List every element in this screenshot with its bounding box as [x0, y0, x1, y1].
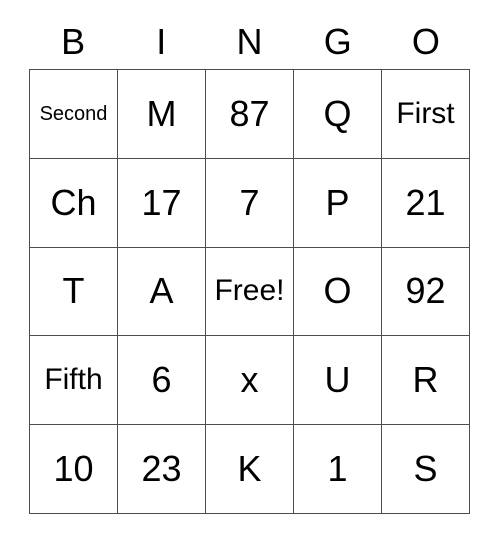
bingo-cell-i3[interactable]: A [118, 247, 206, 337]
bingo-cell-n5[interactable]: K [206, 425, 294, 514]
bingo-cell-o1[interactable]: First [382, 70, 470, 159]
bingo-grid: Second M 87 Q First Ch 17 7 P 21 T A Fre… [29, 69, 470, 514]
bingo-row-2: Ch 17 7 P 21 [30, 158, 470, 248]
bingo-cell-b1[interactable]: Second [30, 70, 118, 159]
bingo-cell-o5[interactable]: S [382, 425, 470, 514]
bingo-header-letter-n: N [236, 20, 263, 62]
bingo-cell-o3[interactable]: 92 [382, 247, 470, 337]
bingo-cell-o4[interactable]: R [382, 336, 470, 426]
bingo-header-letter-i: I [156, 20, 167, 62]
bingo-card: B I N G O Second M 87 Q First Ch 17 7 P … [29, 14, 470, 514]
bingo-cell-i4[interactable]: 6 [118, 336, 206, 426]
bingo-header-row: B I N G O [29, 14, 470, 69]
bingo-cell-n1[interactable]: 87 [206, 70, 294, 159]
bingo-cell-i5[interactable]: 23 [118, 425, 206, 514]
bingo-cell-n2[interactable]: 7 [206, 158, 294, 248]
bingo-cell-b2[interactable]: Ch [30, 158, 118, 248]
bingo-cell-g5[interactable]: 1 [294, 425, 382, 514]
bingo-cell-i2[interactable]: 17 [118, 158, 206, 248]
bingo-row-4: Fifth 6 x U R [30, 336, 470, 426]
bingo-cell-b4[interactable]: Fifth [30, 336, 118, 426]
bingo-cell-g3[interactable]: O [294, 247, 382, 337]
bingo-row-3: T A Free! O 92 [30, 247, 470, 337]
bingo-header-letter-o: O [411, 20, 440, 62]
bingo-cell-n4[interactable]: x [206, 336, 294, 426]
bingo-cell-b3[interactable]: T [30, 247, 118, 337]
bingo-cell-i1[interactable]: M [118, 70, 206, 159]
bingo-cell-free-space[interactable]: Free! [206, 247, 294, 337]
bingo-row-1: Second M 87 Q First [30, 70, 470, 159]
bingo-cell-g1[interactable]: Q [294, 70, 382, 159]
bingo-cell-g4[interactable]: U [294, 336, 382, 426]
bingo-cell-o2[interactable]: 21 [382, 158, 470, 248]
bingo-header-letter-g: G [323, 20, 352, 62]
bingo-header-letter-b: B [61, 20, 86, 62]
bingo-cell-g2[interactable]: P [294, 158, 382, 248]
bingo-row-5: 10 23 K 1 S [30, 425, 470, 514]
bingo-cell-b5[interactable]: 10 [30, 425, 118, 514]
